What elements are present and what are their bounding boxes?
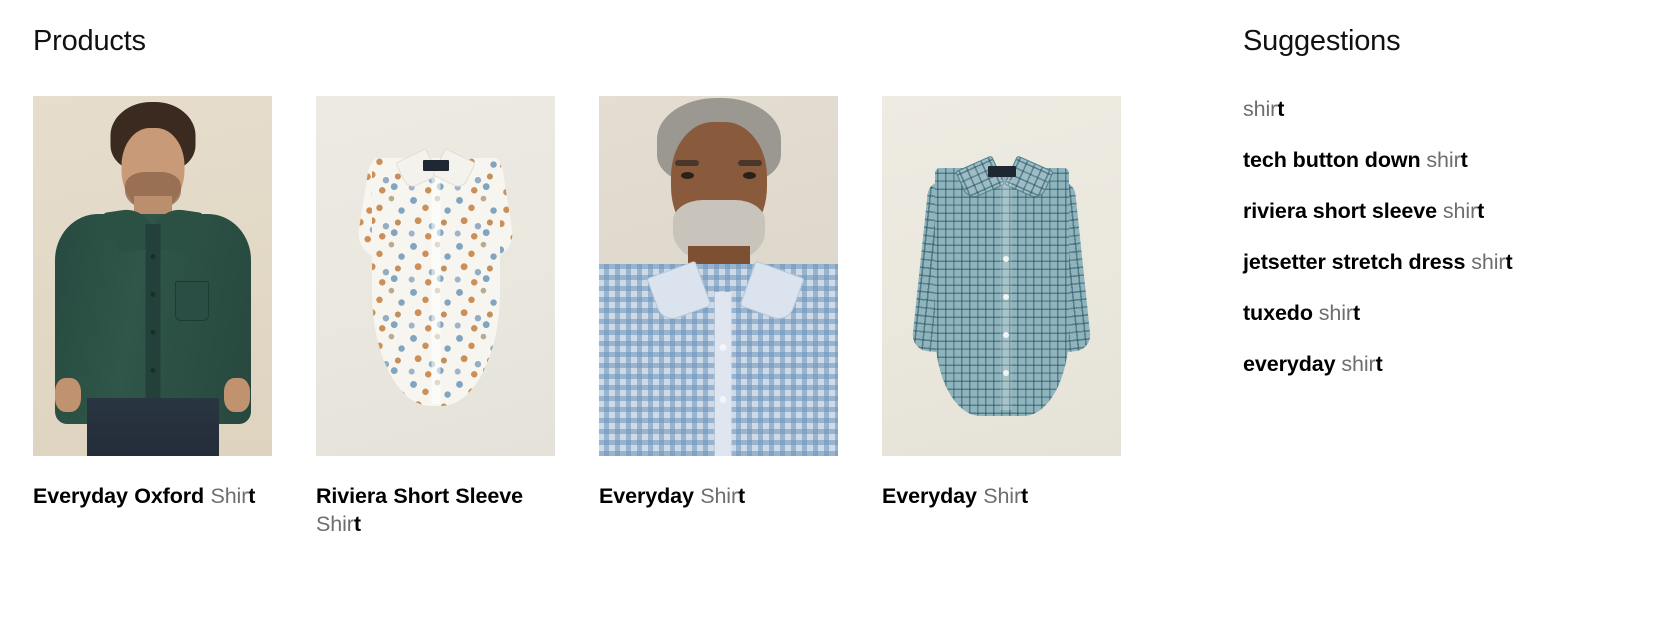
- products-heading: Products: [33, 25, 146, 57]
- suggestion-match: t: [1505, 249, 1513, 274]
- suggestion-match: jetsetter stretch dress: [1243, 249, 1472, 274]
- products-section: Products Everyday Oxford Shirt Riviera S…: [33, 25, 1173, 539]
- product-title[interactable]: Everyday Oxford Shirt: [33, 482, 272, 510]
- product-title-match: t: [1021, 483, 1029, 508]
- suggestion-match: t: [1277, 96, 1285, 121]
- suggestion-item-jetsetter-stretch-dress-shirt[interactable]: jetsetter stretch dress shirt: [1243, 249, 1573, 277]
- product-title-match: Riviera Short Sleeve: [316, 483, 523, 508]
- shirt-placket: [431, 171, 440, 404]
- suggestion-item-everyday-shirt[interactable]: everyday shirt: [1243, 351, 1573, 379]
- suggestion-dim: shir: [1318, 300, 1353, 325]
- model-eye-left: [681, 171, 694, 179]
- product-card[interactable]: Riviera Short Sleeve Shirt: [316, 95, 555, 539]
- shirt-button: [150, 367, 155, 373]
- model-eyebrow-left: [675, 159, 699, 166]
- search-results-page: Products Everyday Oxford Shirt Riviera S…: [0, 0, 1668, 628]
- suggestion-match: tuxedo: [1243, 300, 1319, 325]
- suggestion-dim: shir: [1471, 249, 1506, 274]
- suggestions-section: Suggestions shirt tech button down shirt…: [1243, 25, 1573, 379]
- product-image-everyday-shirt-check[interactable]: [882, 95, 1121, 456]
- suggestion-item-tech-button-down-shirt[interactable]: tech button down shirt: [1243, 147, 1573, 175]
- product-image-everyday-shirt-gingham[interactable]: [599, 95, 838, 456]
- suggestion-match: riviera short sleeve: [1243, 198, 1443, 223]
- product-card[interactable]: Everyday Oxford Shirt: [33, 95, 272, 510]
- shirt-button: [1003, 369, 1010, 376]
- shirt-chest-pocket: [175, 280, 209, 321]
- suggestions-heading: Suggestions: [1243, 25, 1401, 57]
- model-trousers: [86, 397, 219, 456]
- model-hand-right: [224, 377, 250, 412]
- suggestion-match: tech button down: [1243, 147, 1427, 172]
- product-title-match: Everyday Oxford: [33, 483, 211, 508]
- product-grid: Everyday Oxford Shirt Riviera Short Slee…: [33, 95, 1173, 539]
- brand-label: [422, 159, 449, 171]
- product-title-match: t: [353, 512, 361, 537]
- product-title[interactable]: Riviera Short Sleeve Shirt: [316, 482, 555, 539]
- product-title-dim: Shir: [983, 483, 1022, 508]
- brand-label: [987, 165, 1016, 177]
- suggestion-match: t: [1477, 198, 1485, 223]
- product-card[interactable]: Everyday Shirt: [882, 95, 1121, 510]
- product-card[interactable]: Everyday Shirt: [599, 95, 838, 510]
- product-image-riviera-short-sleeve-shirt[interactable]: [316, 95, 555, 456]
- product-title-dim: Shir: [316, 512, 354, 537]
- product-title-match: t: [738, 483, 746, 508]
- suggestion-item-tuxedo-shirt[interactable]: tuxedo shirt: [1243, 300, 1573, 328]
- suggestion-dim: shir: [1426, 147, 1461, 172]
- shirt-button: [719, 395, 727, 403]
- product-image-everyday-oxford-shirt[interactable]: [33, 95, 272, 456]
- shirt-button: [719, 343, 727, 351]
- suggestion-dim: shir: [1243, 96, 1278, 121]
- suggestion-dim: shir: [1341, 351, 1376, 376]
- suggestion-match: everyday: [1243, 351, 1342, 376]
- model-eye-right: [743, 171, 756, 179]
- shirt-button: [1003, 293, 1010, 300]
- shirt-placket: [714, 291, 732, 456]
- suggestion-match: t: [1460, 147, 1468, 172]
- product-title-match: t: [248, 483, 256, 508]
- product-title[interactable]: Everyday Shirt: [599, 482, 838, 510]
- shirt-button: [150, 329, 155, 335]
- product-title-dim: Shir: [700, 483, 739, 508]
- suggestion-dim: shir: [1442, 198, 1478, 223]
- shirt-button: [1003, 255, 1010, 262]
- product-title-dim: Shir: [210, 483, 249, 508]
- suggestion-list: shirt tech button down shirt riviera sho…: [1243, 96, 1573, 379]
- product-title-match: Everyday: [882, 483, 984, 508]
- shirt-button: [150, 253, 155, 259]
- model-eyebrow-right: [738, 159, 762, 166]
- suggestion-item-shirt[interactable]: shirt: [1243, 96, 1573, 124]
- product-title[interactable]: Everyday Shirt: [882, 482, 1121, 510]
- suggestion-match: t: [1353, 300, 1361, 325]
- product-title-match: Everyday: [599, 483, 701, 508]
- suggestion-item-riviera-short-sleeve-shirt[interactable]: riviera short sleeve shirt: [1243, 198, 1573, 226]
- model-hand-left: [55, 377, 81, 412]
- shirt-button: [150, 291, 155, 297]
- shirt-button: [1003, 331, 1010, 338]
- suggestion-match: t: [1375, 351, 1383, 376]
